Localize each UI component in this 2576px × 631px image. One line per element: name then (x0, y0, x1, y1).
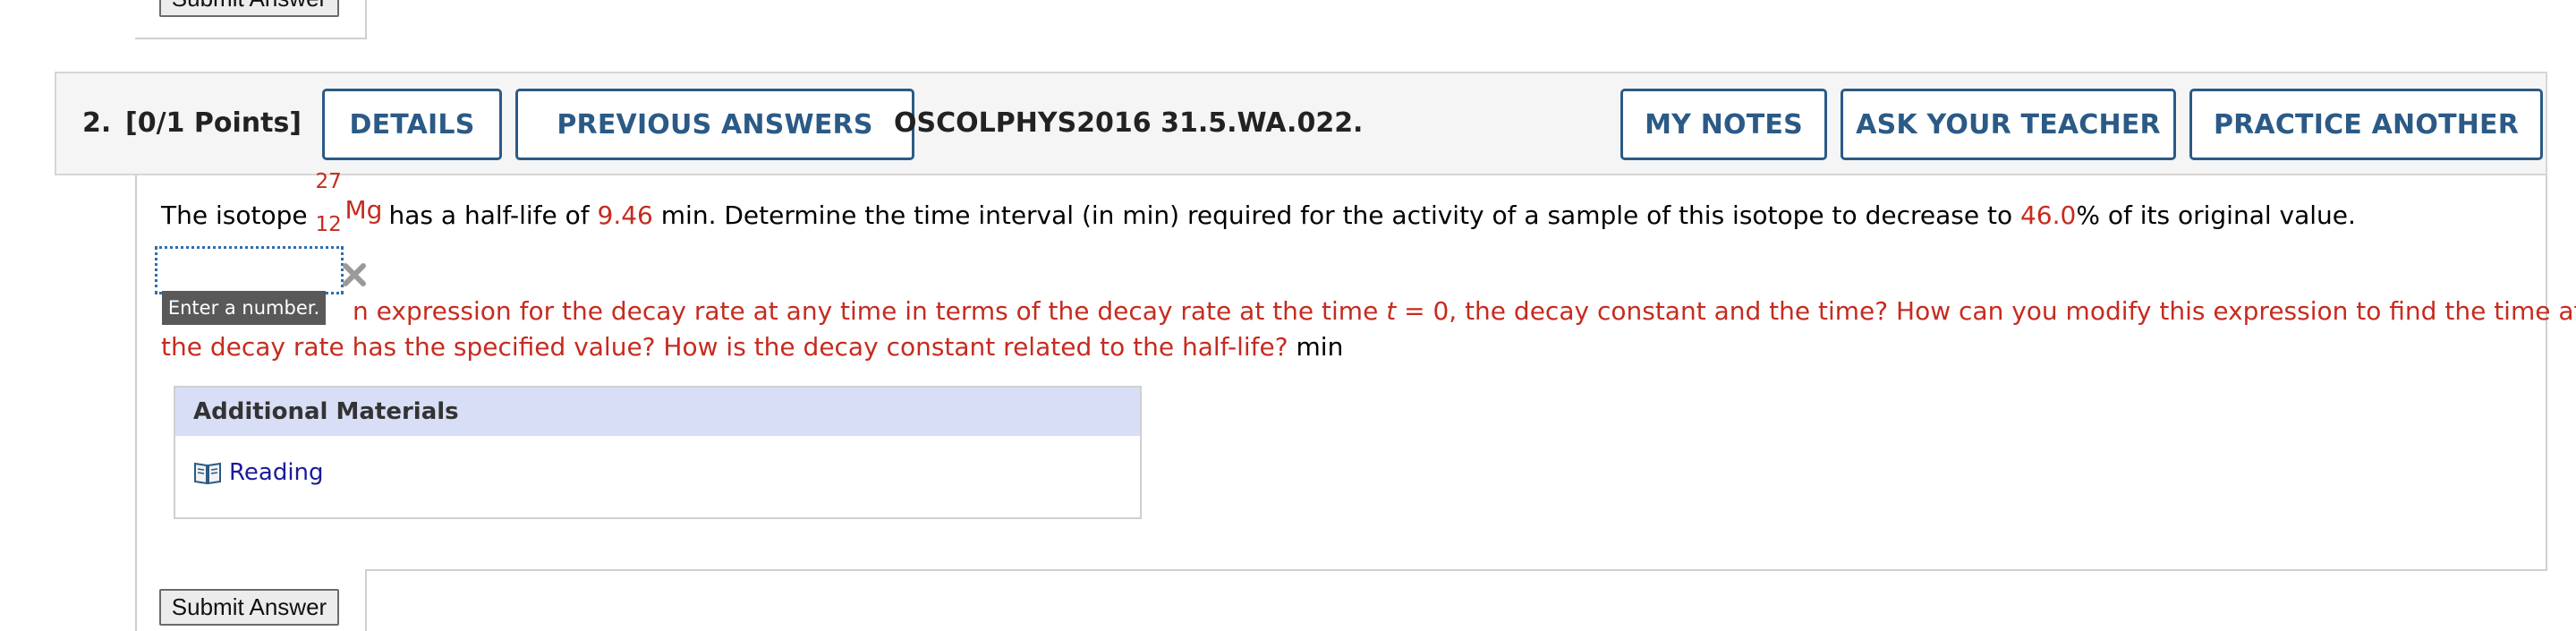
question-frame-right (2546, 175, 2547, 570)
question-text-part1: has a half-life of (388, 200, 590, 230)
answer-input[interactable] (155, 246, 344, 294)
question-frame-bottom (365, 569, 2547, 571)
clear-icon[interactable] (341, 261, 368, 288)
frame-divider (135, 38, 367, 39)
question-text-part3: % of its original value. (2076, 200, 2356, 230)
book-icon (194, 462, 221, 485)
question-text-part2: min. Determine the time interval (in min… (660, 200, 2013, 230)
reading-link[interactable]: Reading (193, 459, 324, 486)
details-button[interactable]: DETAILS (322, 89, 502, 160)
question-points: [0/1 Points] (125, 107, 302, 139)
question-text-prefix: The isotope (161, 200, 308, 230)
hint-text-line1: n expression for the decay rate at any t… (353, 296, 2576, 326)
question-frame-left (135, 175, 137, 631)
my-notes-button[interactable]: MY NOTES (1620, 89, 1827, 160)
practice-another-button[interactable]: PRACTICE ANOTHER (2189, 89, 2543, 160)
previous-answers-button[interactable]: PREVIOUS ANSWERS (515, 89, 914, 160)
hint-text-line2: the decay rate has the specified value? … (161, 332, 1343, 362)
isotope-notation: 27 12 Mg (316, 170, 389, 236)
percent-value: 46.0 (2019, 200, 2077, 230)
ask-your-teacher-button[interactable]: ASK YOUR TEACHER (1841, 89, 2176, 160)
question-text: The isotope 27 12 Mg has a half-life of … (161, 170, 2356, 236)
previous-submit-answer-button[interactable]: Submit Answer (159, 0, 339, 17)
hint-text-a: n expression for the decay rate at any t… (353, 296, 1387, 326)
isotope-atomic-number: 12 (315, 213, 342, 236)
hint-text-b: = 0, the decay constant and the time? Ho… (1396, 296, 2576, 326)
frame-divider (365, 0, 367, 39)
hint-variable-t: t (1386, 296, 1397, 326)
additional-materials-heading: Additional Materials (175, 388, 1140, 436)
question-number: 2. (82, 107, 112, 139)
question-code: OSCOLPHYS2016 31.5.WA.022. (894, 107, 1364, 139)
input-tooltip: Enter a number. (162, 291, 326, 325)
reading-link-label[interactable]: Reading (229, 459, 324, 486)
half-life-value: 9.46 (597, 200, 653, 230)
question-header: 2. [0/1 Points] DETAILS PREVIOUS ANSWERS… (55, 72, 2547, 175)
isotope-mass-number: 27 (315, 170, 342, 193)
isotope-symbol: Mg (344, 195, 383, 225)
additional-materials-panel: Additional Materials Reading (174, 386, 1142, 519)
hint-text-c: the decay rate has the specified value? … (161, 332, 1288, 362)
answer-unit: min (1296, 332, 1344, 362)
frame-divider (365, 569, 367, 631)
submit-answer-button[interactable]: Submit Answer (159, 589, 339, 626)
